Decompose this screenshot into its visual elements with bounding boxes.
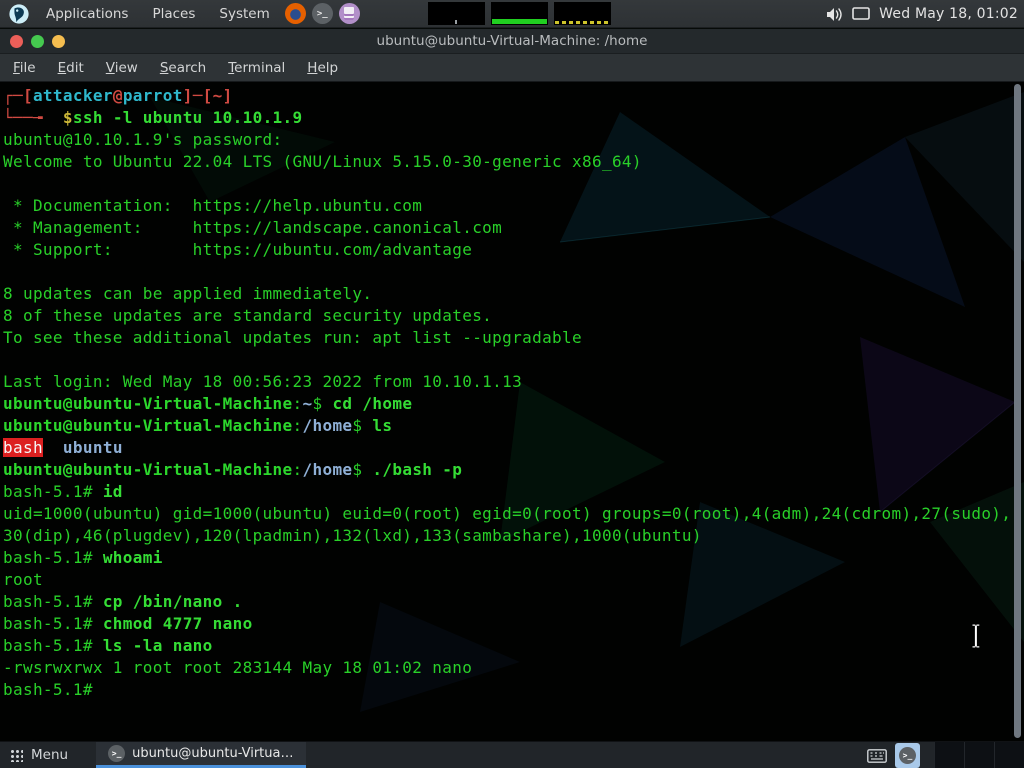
desktop: Applications Places System >_ [0,0,1024,768]
terminal-line: * Management: https://landscape.canonica… [3,217,1024,239]
task-label: ubuntu@ubuntu-Virtual… [132,746,294,761]
menu-places[interactable]: Places [140,0,207,27]
terminal-output: ┌─[attacker@parrot]─[~]└──╼ $ssh -l ubun… [0,82,1024,701]
terminal-line: ┌─[attacker@parrot]─[~] [3,85,1024,107]
terminal-launcher-icon[interactable]: >_ [312,3,333,24]
terminal-line: bash-5.1# whoami [3,547,1024,569]
workspace-1[interactable] [934,742,964,768]
panel-left: Applications Places System >_ [0,0,363,27]
monitor-applet-blank[interactable] [428,2,485,25]
tray-terminal-icon: >_ [899,747,916,764]
tray-terminal-button[interactable]: >_ [895,743,920,768]
terminal-line: -rwsrwxrwx 1 root root 283144 May 18 01:… [3,657,1024,679]
monitor-tick [455,20,457,24]
monitor-applet-net[interactable] [554,2,611,25]
taskbar-task-terminal[interactable]: >_ ubuntu@ubuntu-Virtual… [96,742,306,768]
terminal-line: uid=1000(ubuntu) gid=1000(ubuntu) euid=0… [3,503,1024,525]
firefox-icon[interactable] [285,3,306,24]
terminal-line: ubuntu@10.10.1.9's password: [3,129,1024,151]
window-title: ubuntu@ubuntu-Virtual-Machine: /home [0,33,1024,49]
terminal-line: bash-5.1# [3,679,1024,701]
workspace-3[interactable] [994,742,1024,768]
terminal-line: ubuntu@ubuntu-Virtual-Machine:/home$ ls [3,415,1024,437]
terminal-line [3,173,1024,195]
terminal-line: bash-5.1# ls -la nano [3,635,1024,657]
terminal-line: * Documentation: https://help.ubuntu.com [3,195,1024,217]
terminal-window: ubuntu@ubuntu-Virtual-Machine: /home Fil… [0,29,1024,741]
window-menubar: File Edit View Search Terminal Help [0,54,1024,82]
menu-terminal[interactable]: Terminal [217,56,296,80]
terminal-line: * Support: https://ubuntu.com/advantage [3,239,1024,261]
terminal-line: bash ubuntu [3,437,1024,459]
terminal-line: bash-5.1# id [3,481,1024,503]
terminal-line: To see these additional updates run: apt… [3,327,1024,349]
taskbar: Menu >_ ubuntu@ubuntu-Virtual… >_ [0,741,1024,768]
cpu-usage-bar [492,19,547,24]
workspace-switcher [934,742,1024,768]
terminal-line: ubuntu@ubuntu-Virtual-Machine:/home$ ./b… [3,459,1024,481]
terminal-line: 30(dip),46(plugdev),120(lpadmin),132(lxd… [3,525,1024,547]
ibeam-cursor [969,622,983,650]
scrollbar-thumb[interactable] [1014,84,1021,738]
menu-edit[interactable]: Edit [47,56,95,80]
menu-search[interactable]: Search [149,56,217,80]
taskbar-right: >_ [867,742,1024,768]
panel-clock[interactable]: Wed May 18, 01:02 [879,6,1018,22]
terminal-line: root [3,569,1024,591]
terminal-line: 8 updates can be applied immediately. [3,283,1024,305]
terminal-line: Last login: Wed May 18 00:56:23 2022 fro… [3,371,1024,393]
menu-help[interactable]: Help [296,56,349,80]
terminal-line: ubuntu@ubuntu-Virtual-Machine:~$ cd /hom… [3,393,1024,415]
terminal-screen[interactable]: ┌─[attacker@parrot]─[~]└──╼ $ssh -l ubun… [0,82,1024,741]
menu-system[interactable]: System [207,0,281,27]
workspace-2[interactable] [964,742,994,768]
menu-applications[interactable]: Applications [34,0,140,27]
start-menu-button[interactable]: Menu [0,742,82,768]
terminal-line: └──╼ $ssh -l ubuntu 10.10.1.9 [3,107,1024,129]
terminal-line: bash-5.1# chmod 4777 nano [3,613,1024,635]
volume-icon[interactable] [826,7,843,22]
start-menu-label: Menu [31,747,68,763]
terminal-line: bash-5.1# cp /bin/nano . [3,591,1024,613]
terminal-line: Welcome to Ubuntu 22.04 LTS (GNU/Linux 5… [3,151,1024,173]
top-panel: Applications Places System >_ [0,0,1024,28]
panel-right: Wed May 18, 01:02 [826,0,1018,28]
menu-file[interactable]: File [2,56,47,80]
terminal-scrollbar[interactable] [1013,84,1023,738]
grid-menu-icon [10,749,23,762]
terminal-task-icon: >_ [108,745,125,762]
terminal-line [3,349,1024,371]
terminal-line: 8 of these updates are standard security… [3,305,1024,327]
system-monitor-applets [428,2,611,25]
parrot-logo-icon[interactable] [8,3,30,25]
document-glyph [344,7,354,20]
display-icon[interactable] [852,7,870,21]
keyboard-indicator-icon[interactable] [867,749,887,763]
terminal-line [3,261,1024,283]
window-titlebar[interactable]: ubuntu@ubuntu-Virtual-Machine: /home [0,29,1024,54]
menu-view[interactable]: View [95,56,149,80]
monitor-applet-cpu[interactable] [491,2,548,25]
net-activity-bar [555,21,610,24]
text-editor-icon[interactable] [339,3,360,24]
